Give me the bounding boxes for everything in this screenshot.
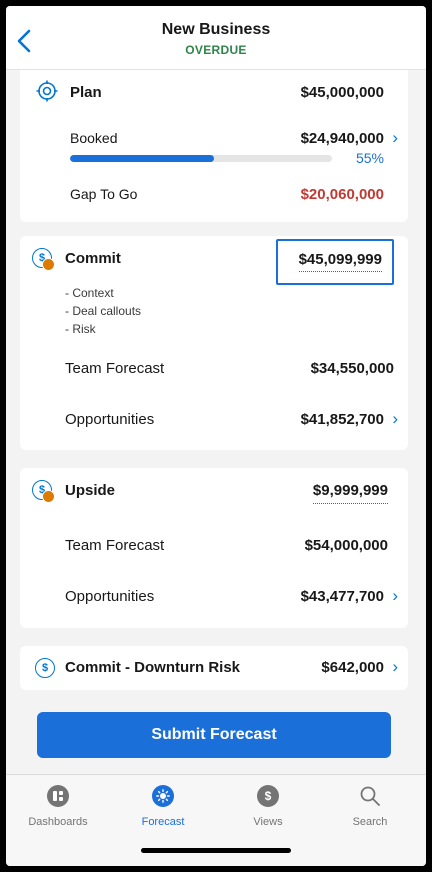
commit-note: - Risk: [65, 322, 96, 336]
plan-amount: $45,000,000: [300, 84, 384, 101]
tab-label: Forecast: [141, 816, 185, 828]
tab-label: Search: [352, 816, 388, 828]
commit-note: - Context: [65, 286, 114, 300]
booked-progress-bar: [70, 155, 332, 162]
tab-forecast[interactable]: Forecast: [113, 785, 213, 828]
upside-opportunities-chevron-icon[interactable]: ›: [392, 586, 398, 606]
status-badge: OVERDUE: [185, 43, 247, 57]
downturn-chevron-icon[interactable]: ›: [392, 657, 398, 677]
gap-amount: $20,060,000: [300, 186, 384, 203]
commit-opportunities-chevron-icon[interactable]: ›: [392, 409, 398, 429]
booked-label: Booked: [70, 130, 118, 146]
commit-amount-input[interactable]: $45,099,999: [298, 251, 382, 272]
downturn-amount: $642,000: [321, 659, 384, 676]
downturn-title: Commit - Downturn Risk: [65, 659, 240, 676]
commit-opportunities-amount[interactable]: $41,852,700: [301, 411, 384, 428]
booked-chevron-icon[interactable]: ›: [392, 128, 398, 148]
dollar-icon: $: [35, 658, 55, 678]
commit-team-forecast-amount: $34,550,000: [310, 360, 394, 377]
home-indicator: [141, 848, 291, 853]
search-icon: [360, 786, 380, 806]
commit-opportunities-label[interactable]: Opportunities: [65, 411, 154, 428]
plan-card: Plan $45,000,000 Booked $24,940,000 › 55…: [20, 70, 408, 222]
commit-team-forecast-label: Team Forecast: [65, 360, 165, 377]
submit-forecast-button[interactable]: Submit Forecast: [37, 712, 391, 758]
dashboards-icon: [47, 785, 69, 807]
upside-team-forecast-label: Team Forecast: [65, 537, 165, 554]
upside-title: Upside: [65, 482, 116, 499]
views-icon: $: [257, 785, 279, 807]
commit-title: Commit: [65, 250, 121, 267]
downturn-risk-row[interactable]: $ Commit - Downturn Risk $642,000 ›: [20, 646, 408, 690]
forecast-icon: [152, 785, 174, 807]
clock-badge-icon: [42, 258, 55, 271]
plan-title: Plan: [70, 84, 102, 101]
commit-notes: - Context - Deal callouts - Risk: [65, 284, 141, 338]
commit-amount-box[interactable]: $45,099,999: [276, 239, 394, 285]
clock-badge-icon: [42, 490, 55, 503]
upside-team-forecast-amount: $54,000,000: [304, 537, 388, 554]
gap-label: Gap To Go: [70, 186, 138, 202]
tab-views[interactable]: $ Views: [218, 785, 318, 828]
header: New Business OVERDUE: [6, 6, 426, 70]
tab-label: Views: [253, 816, 283, 828]
booked-percent: 55%: [355, 150, 384, 166]
phone-screen: New Business OVERDUE Plan $45,000,000 Bo…: [6, 6, 426, 866]
booked-amount[interactable]: $24,940,000: [301, 130, 384, 147]
upside-card: $ Upside $9,999,999 Team Forecast $54,00…: [20, 468, 408, 628]
target-icon: [36, 80, 58, 102]
commit-card: $ Commit $45,099,999 - Context - Deal ca…: [20, 236, 408, 450]
booked-progress-fill: [70, 155, 215, 162]
tab-label: Dashboards: [28, 816, 88, 828]
tab-search[interactable]: Search: [320, 785, 420, 828]
tab-dashboards[interactable]: Dashboards: [8, 785, 108, 828]
page-title: New Business: [161, 21, 271, 38]
commit-note: - Deal callouts: [65, 304, 142, 318]
upside-opportunities-amount[interactable]: $43,477,700: [301, 588, 384, 605]
upside-amount-input[interactable]: $9,999,999: [312, 482, 388, 504]
upside-opportunities-label[interactable]: Opportunities: [65, 588, 154, 605]
